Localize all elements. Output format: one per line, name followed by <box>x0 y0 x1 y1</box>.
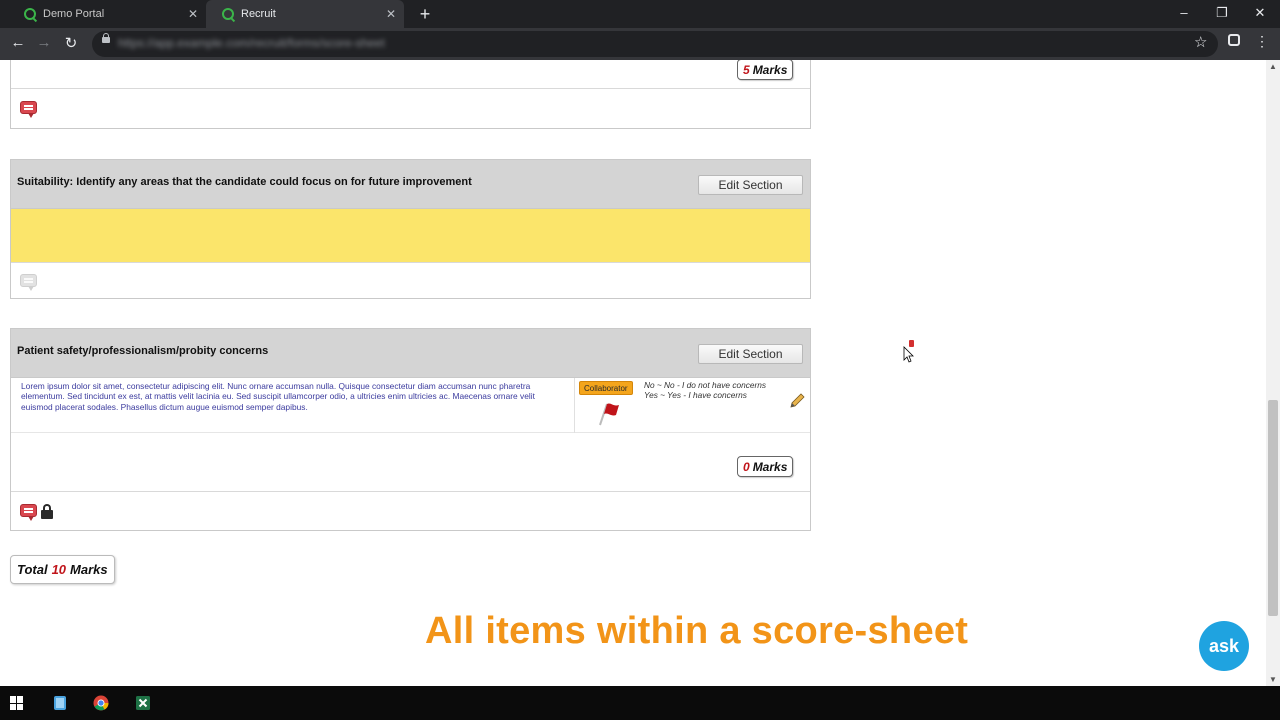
forward-button[interactable]: → <box>34 34 54 51</box>
tab-title: Recruit <box>241 8 276 20</box>
close-window-button[interactable]: ✕ <box>1250 5 1270 21</box>
tab-title: Demo Portal <box>43 8 105 20</box>
tab-recruit[interactable]: Recruit ✕ <box>206 0 404 28</box>
close-tab-icon[interactable]: ✕ <box>386 7 396 21</box>
lock-icon[interactable] <box>41 504 53 519</box>
new-tab-button[interactable]: + <box>416 4 434 25</box>
minimize-button[interactable]: – <box>1174 5 1194 20</box>
marks-badge: 0 Marks <box>737 456 794 477</box>
total-unit: Marks <box>70 562 108 577</box>
app-favicon-icon <box>222 8 234 20</box>
comment-icon[interactable] <box>20 101 37 118</box>
marks-row: 0 Marks <box>11 433 810 491</box>
answer-option-yes: Yes ~ Yes - I have concerns <box>644 390 747 400</box>
section-footer <box>11 491 810 530</box>
windows-start-icon[interactable] <box>10 696 24 710</box>
scrollbar-thumb[interactable] <box>1268 400 1278 616</box>
section-footer <box>11 263 810 299</box>
marks-label: Marks <box>752 62 788 77</box>
browser-menu-icon[interactable]: ⋮ <box>1255 33 1269 50</box>
score-section-patient-safety: Patient safety/professionalism/probity c… <box>10 328 811 531</box>
edit-section-button[interactable]: Edit Section <box>698 344 803 364</box>
page-viewport: 5 Marks Suitability: Identify any areas … <box>0 60 1266 686</box>
scroll-down-arrow-icon[interactable]: ▼ <box>1269 675 1277 684</box>
pencil-edit-icon[interactable] <box>788 392 806 410</box>
reload-button[interactable]: ↻ <box>61 34 81 52</box>
restore-button[interactable]: ❐ <box>1212 5 1232 21</box>
section-header: Suitability: Identify any areas that the… <box>11 160 810 209</box>
url-text: https://app.example.com/recruit/forms/sc… <box>118 36 385 50</box>
total-label: Total <box>17 562 48 577</box>
edit-section-button[interactable]: Edit Section <box>698 175 803 195</box>
response-area[interactable] <box>11 209 810 263</box>
role-badge: Collaborator <box>579 381 633 395</box>
back-button[interactable]: ← <box>8 34 28 51</box>
bookmark-star-icon[interactable]: ☆ <box>1194 33 1207 51</box>
comment-icon[interactable] <box>20 504 37 521</box>
question-description: Lorem ipsum dolor sit amet, consectetur … <box>21 381 535 412</box>
total-marks-badge: Total 10 Marks <box>10 555 115 584</box>
video-caption: All items within a score-sheet <box>425 610 969 652</box>
marks-label: Marks <box>752 459 788 474</box>
scroll-up-arrow-icon[interactable]: ▲ <box>1269 62 1277 71</box>
tab-demo-portal[interactable]: Demo Portal ✕ <box>8 0 206 28</box>
score-section-suitability: Suitability: Identify any areas that the… <box>10 159 811 299</box>
extension-icon[interactable] <box>1228 34 1240 46</box>
address-bar[interactable]: https://app.example.com/recruit/forms/sc… <box>92 31 1218 57</box>
marks-value: 5 <box>743 62 750 77</box>
mouse-cursor-icon <box>903 346 914 363</box>
cursor-marker-icon <box>909 340 914 347</box>
browser-toolbar: ← → ↻ https://app.example.com/recruit/fo… <box>0 28 1280 60</box>
app-favicon-icon <box>24 8 36 20</box>
section-title: Suitability: Identify any areas that the… <box>17 176 472 188</box>
red-flag-icon <box>599 403 619 426</box>
comment-icon[interactable] <box>20 274 37 291</box>
column-divider <box>574 378 575 433</box>
score-section-previous: 5 Marks <box>10 60 811 129</box>
section-footer <box>11 88 810 128</box>
marks-badge: 5 Marks <box>737 60 794 80</box>
marks-value: 0 <box>743 459 750 474</box>
answer-options: No ~ No - I do not have concerns Yes ~ Y… <box>644 380 766 400</box>
excel-icon[interactable] <box>135 695 151 711</box>
browser-tab-bar: Demo Portal ✕ Recruit ✕ + – ❐ ✕ <box>0 0 1280 28</box>
total-value: 10 <box>51 562 67 577</box>
section-header: Patient safety/professionalism/probity c… <box>11 329 810 378</box>
close-tab-icon[interactable]: ✕ <box>188 7 198 21</box>
chrome-icon[interactable] <box>93 695 109 711</box>
os-taskbar <box>0 686 1280 720</box>
file-explorer-icon[interactable] <box>52 695 68 711</box>
answer-option-no: No ~ No - I do not have concerns <box>644 380 766 390</box>
lock-icon <box>102 33 110 43</box>
section-title: Patient safety/professionalism/probity c… <box>17 345 269 357</box>
question-row: Lorem ipsum dolor sit amet, consectetur … <box>11 378 810 433</box>
ask-help-button[interactable]: ask <box>1199 621 1249 671</box>
vertical-scrollbar[interactable]: ▲ ▼ <box>1266 60 1280 686</box>
